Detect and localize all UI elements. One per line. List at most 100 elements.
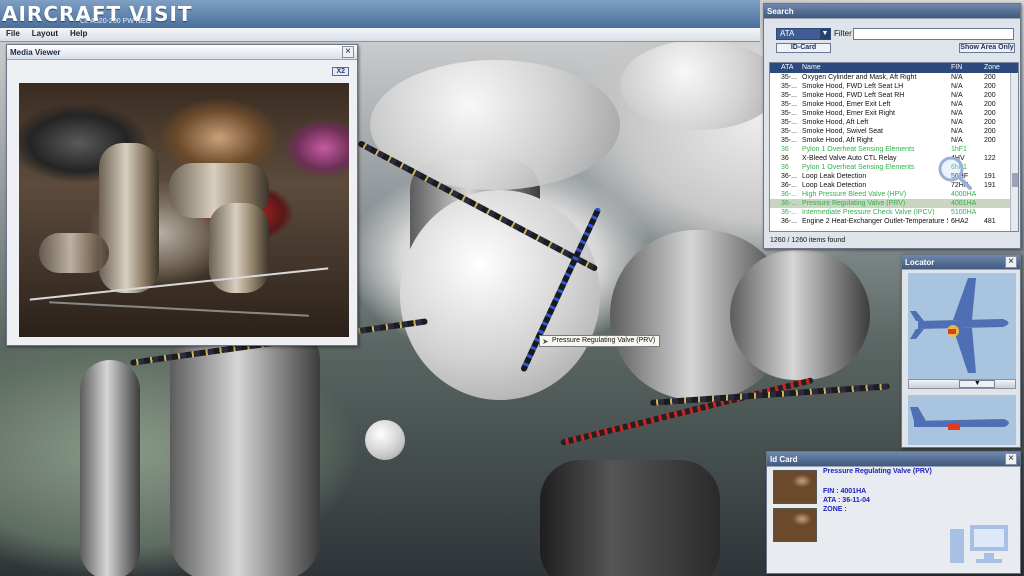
cell-name: Smoke Hood, FWD Left Seat LH: [802, 83, 904, 90]
id-card-button[interactable]: ID-Card: [776, 43, 831, 53]
cell-zone: 200: [984, 137, 996, 144]
app-subtitle: CL A320-200 PW NEO: [80, 18, 151, 25]
table-row[interactable]: 35-... Smoke Hood, Swivel Seat N/A 200: [770, 127, 1012, 136]
locator-slider[interactable]: ▼: [908, 379, 1016, 389]
cell-ata: 35-...: [781, 128, 797, 135]
cell-name: Smoke Hood, Emer Exit Left: [802, 101, 891, 108]
cell-ata: 36-...: [781, 218, 797, 225]
media-viewer-panel: Media Viewer × X2: [6, 44, 358, 346]
zoom-x2-button[interactable]: X2: [332, 67, 349, 76]
aircraft-wing-upper: [953, 278, 976, 320]
results-count: 1260 / 1260 items found: [770, 237, 846, 244]
cell-ata: 35-...: [781, 92, 797, 99]
photo-pipe: [39, 233, 109, 273]
filter-input[interactable]: [853, 28, 1014, 40]
table-row[interactable]: 35-... Oxygen Cylinder and Mask, Aft Righ…: [770, 73, 1012, 82]
engine-duct: [170, 320, 320, 576]
cell-zone: [981, 190, 1012, 199]
id-card-header[interactable]: Id Card ×: [767, 452, 1020, 467]
location-marker: [948, 329, 956, 334]
photo-thumbnail[interactable]: [773, 470, 817, 504]
cell-ata: 35-...: [781, 101, 797, 108]
locator-title: Locator: [905, 257, 935, 267]
aircraft-silhouette-plan: [918, 319, 1009, 329]
table-row[interactable]: 36-...Loop Leak Detection56HF191: [770, 172, 1012, 181]
cell-fin: 5100HA: [951, 209, 977, 216]
cell-zone: [981, 208, 1012, 217]
cell-name: Smoke Hood, FWD Left Seat RH: [802, 92, 905, 99]
component-tooltip: ➤ Pressure Regulating Valve (PRV): [539, 335, 661, 347]
close-icon[interactable]: ×: [342, 46, 354, 58]
menu-bar: File Layout Help: [0, 28, 760, 42]
table-row[interactable]: 36 X-Bleed Valve Auto CTL Relay 4HV 122: [770, 154, 1012, 163]
search-panel: Search ATA ▼ Filter : ID-Card Show Area …: [763, 3, 1021, 249]
aircraft-side-view[interactable]: [908, 395, 1016, 445]
cell-ata: 35-...: [781, 137, 797, 144]
photo-pipe: [99, 143, 159, 293]
cell-ata: 35-...: [781, 74, 797, 81]
table-row[interactable]: 36-... Pressure Regulating Valve (PRV) 400…: [770, 199, 1012, 208]
cell-name: High Pressure Bleed Valve (HPV): [802, 191, 907, 198]
slider-thumb[interactable]: ▼: [959, 380, 996, 388]
menu-file[interactable]: File: [0, 28, 26, 41]
scroll-thumb[interactable]: [1012, 173, 1018, 187]
cell-ata: 36-...: [781, 191, 797, 198]
close-icon[interactable]: ×: [1005, 256, 1017, 268]
show-area-only-button[interactable]: Show Area Only: [959, 43, 1015, 53]
close-icon[interactable]: ×: [1005, 453, 1017, 465]
column-zone[interactable]: Zone: [981, 63, 1012, 73]
cell-zone: 191: [984, 173, 996, 180]
results-table: ATA Name FIN Zone 35-... Oxygen Cylinder …: [769, 62, 1019, 232]
cell-zone: 200: [984, 74, 996, 81]
engine-duct: [730, 250, 870, 380]
cell-fin: 1hF1: [951, 146, 967, 153]
table-row[interactable]: 35-... Smoke Hood, FWD Left Seat LH N/A 200: [770, 82, 1012, 91]
media-viewer-header[interactable]: Media Viewer ×: [7, 45, 357, 60]
table-row[interactable]: 36-... Loop Leak Detection 72HF 191: [770, 181, 1012, 190]
ata-dropdown[interactable]: ATA ▼: [776, 28, 831, 40]
table-row[interactable]: 36-... Intermediate Pressure Check Valve …: [770, 208, 1012, 217]
cell-zone: 191: [984, 182, 996, 189]
cell-fin: N/A: [951, 74, 963, 81]
cell-zone: 200: [984, 128, 996, 135]
column-name[interactable]: Name: [802, 63, 948, 73]
table-row[interactable]: 35-... Smoke Hood, Emer Exit Right N/A 200: [770, 109, 1012, 118]
cell-zone: 200: [984, 92, 996, 99]
table-row[interactable]: 35-... Smoke Hood, FWD Left Seat RH N/A 200: [770, 91, 1012, 100]
photo-thumbnail[interactable]: [773, 508, 817, 542]
table-row[interactable]: 36-... High Pressure Bleed Valve (HPV) 400…: [770, 190, 1012, 199]
table-row[interactable]: 36 Pylon 1 Overheat Sensing Elements 1hF1: [770, 145, 1012, 154]
cell-name: Smoke Hood, Aft Right: [802, 137, 873, 144]
table-row[interactable]: 36Pylon 1 Overheat Sensing Elements6hF1: [770, 163, 1012, 172]
search-header[interactable]: Search: [764, 4, 1020, 19]
table-row[interactable]: 36-... Engine 2 Heat-Exchanger Outlet-Tem…: [770, 217, 1012, 226]
id-card-panel: Id Card × Pressure Regulating Valve (PRV…: [766, 451, 1021, 574]
cell-zone: 200: [984, 119, 996, 126]
cell-name: Pylon 1 Overheat Sensing Elements: [802, 164, 915, 171]
cell-name: Smoke Hood, Swivel Seat: [802, 128, 883, 135]
cell-ata: 36: [781, 164, 789, 171]
cell-fin: 4001HA: [951, 200, 977, 207]
cell-name: Loop Leak Detection: [802, 182, 867, 189]
cell-zone: 122: [984, 155, 996, 162]
cell-fin: N/A: [951, 137, 963, 144]
results-scrollbar[interactable]: [1010, 73, 1018, 231]
engine-duct: [540, 460, 720, 576]
title-bar: AIRCRAFT VISIT CL A320-200 PW NEO: [0, 0, 760, 28]
locator-header[interactable]: Locator ×: [902, 255, 1020, 270]
table-row[interactable]: 35-... Smoke Hood, Aft Left N/A 200: [770, 118, 1012, 127]
aircraft-plan-view[interactable]: [908, 273, 1016, 385]
cell-zone: [981, 199, 1012, 208]
menu-help[interactable]: Help: [64, 28, 93, 41]
component-ata: ATA : 36-11-04: [823, 497, 870, 504]
cell-ata: 36-...: [781, 182, 797, 189]
tooltip-text: Pressure Regulating Valve (PRV): [552, 337, 656, 344]
menu-layout[interactable]: Layout: [26, 28, 64, 41]
table-row[interactable]: 35-... Smoke Hood, Emer Exit Left N/A 200: [770, 100, 1012, 109]
column-fin[interactable]: FIN: [948, 63, 981, 73]
chevron-down-icon: ▼: [820, 29, 830, 39]
cell-fin: N/A: [951, 101, 963, 108]
column-ata[interactable]: ATA: [770, 63, 802, 73]
pointer-icon: ➤: [542, 337, 549, 346]
table-row[interactable]: 35-... Smoke Hood, Aft Right N/A 200: [770, 136, 1012, 145]
